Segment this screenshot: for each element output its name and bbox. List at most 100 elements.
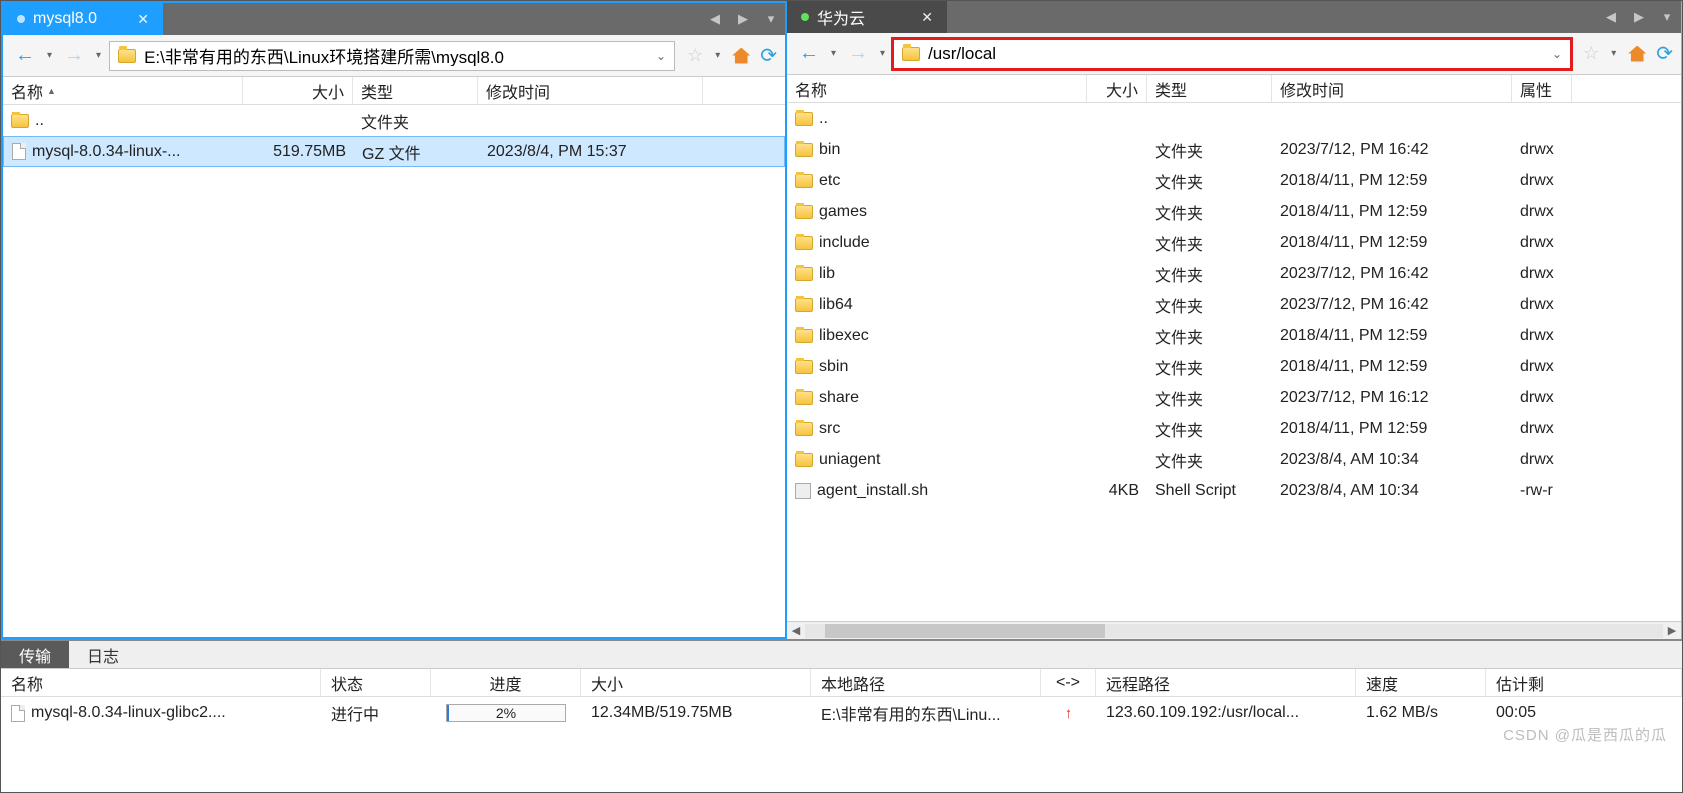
remote-tab[interactable]: 华为云 ✕	[787, 1, 947, 33]
back-menu-icon[interactable]: ▾	[45, 50, 54, 61]
item-type: 文件夹	[1147, 417, 1272, 441]
transfer-row[interactable]: mysql-8.0.34-linux-glibc2.... 进行中 2% 12.…	[1, 697, 1682, 729]
reload-icon[interactable]: ⟳	[760, 43, 777, 68]
list-item[interactable]: src文件夹2018/4/11, PM 12:59drwx	[787, 413, 1681, 444]
tcol-local[interactable]: 本地路径	[811, 669, 1041, 696]
tcol-status[interactable]: 状态	[321, 669, 431, 696]
transfer-speed: 1.62 MB/s	[1356, 704, 1486, 722]
remote-path-box[interactable]: ⌄	[893, 39, 1571, 69]
item-modified: 2023/8/4, AM 10:34	[1272, 451, 1512, 469]
back-button[interactable]: ←	[795, 42, 823, 65]
list-item[interactable]: agent_install.sh4KBShell Script2023/8/4,…	[787, 475, 1681, 506]
transfer-remote: 123.60.109.192:/usr/local...	[1096, 704, 1356, 722]
transfer-status: 进行中	[321, 701, 431, 725]
tab-menu-icon[interactable]: ▾	[1653, 9, 1681, 25]
folder-icon	[795, 205, 813, 219]
bookmark-icon[interactable]: ☆	[1583, 43, 1599, 64]
col-modified[interactable]: 修改时间	[478, 77, 703, 104]
transfer-size: 12.34MB/519.75MB	[581, 704, 811, 722]
bookmark-menu-icon[interactable]: ▾	[713, 50, 722, 61]
col-name[interactable]: 名称▲	[3, 77, 243, 104]
tcol-remote[interactable]: 远程路径	[1096, 669, 1356, 696]
tab-next-icon[interactable]: ▶	[1625, 9, 1653, 25]
list-item[interactable]: ..文件夹	[3, 105, 785, 136]
tab-next-icon[interactable]: ▶	[729, 11, 757, 27]
scroll-right-icon[interactable]: ▶	[1663, 624, 1681, 637]
item-name: src	[819, 420, 840, 438]
col-modified[interactable]: 修改时间	[1272, 75, 1512, 102]
item-name: agent_install.sh	[817, 482, 928, 500]
list-item[interactable]: ..	[787, 103, 1681, 134]
back-menu-icon[interactable]: ▾	[829, 48, 838, 59]
bookmark-icon[interactable]: ☆	[687, 45, 703, 66]
col-name[interactable]: 名称	[787, 75, 1087, 102]
remote-file-list[interactable]: ..bin文件夹2023/7/12, PM 16:42drwxetc文件夹201…	[787, 103, 1681, 621]
local-file-list[interactable]: ..文件夹mysql-8.0.34-linux-...519.75MBGZ 文件…	[3, 105, 785, 637]
bookmark-menu-icon[interactable]: ▾	[1609, 48, 1618, 59]
col-size[interactable]: 大小	[1087, 75, 1147, 102]
item-attr: drwx	[1512, 203, 1572, 221]
tcol-size[interactable]: 大小	[581, 669, 811, 696]
tcol-name[interactable]: 名称	[1, 669, 321, 696]
tab-nav-arrows: ◀ ▶ ▾	[701, 3, 785, 35]
list-item[interactable]: lib64文件夹2023/7/12, PM 16:42drwx	[787, 289, 1681, 320]
home-icon[interactable]	[732, 48, 750, 64]
list-item[interactable]: sbin文件夹2018/4/11, PM 12:59drwx	[787, 351, 1681, 382]
list-item[interactable]: bin文件夹2023/7/12, PM 16:42drwx	[787, 134, 1681, 165]
local-path-box[interactable]: ⌄	[109, 41, 675, 71]
path-dropdown-icon[interactable]: ⌄	[1552, 47, 1562, 61]
back-button[interactable]: ←	[11, 44, 39, 67]
item-name: games	[819, 203, 867, 221]
list-item[interactable]: libexec文件夹2018/4/11, PM 12:59drwx	[787, 320, 1681, 351]
scroll-thumb[interactable]	[825, 624, 1105, 638]
close-icon[interactable]: ✕	[921, 9, 933, 26]
tcol-direction[interactable]: <->	[1041, 669, 1096, 696]
tab-prev-icon[interactable]: ◀	[1597, 9, 1625, 25]
list-item[interactable]: lib文件夹2023/7/12, PM 16:42drwx	[787, 258, 1681, 289]
item-type: 文件夹	[1147, 355, 1272, 379]
tab-log[interactable]: 日志	[69, 641, 137, 668]
item-attr: drwx	[1512, 420, 1572, 438]
list-item[interactable]: games文件夹2018/4/11, PM 12:59drwx	[787, 196, 1681, 227]
item-size: 4KB	[1087, 482, 1147, 500]
col-type[interactable]: 类型	[1147, 75, 1272, 102]
forward-menu-icon[interactable]: ▾	[878, 48, 887, 59]
remote-path-input[interactable]	[928, 44, 1544, 64]
col-size[interactable]: 大小	[243, 77, 353, 104]
tab-menu-icon[interactable]: ▾	[757, 11, 785, 27]
list-item[interactable]: share文件夹2023/7/12, PM 16:12drwx	[787, 382, 1681, 413]
item-modified: 2023/7/12, PM 16:42	[1272, 265, 1512, 283]
tcol-speed[interactable]: 速度	[1356, 669, 1486, 696]
reload-icon[interactable]: ⟳	[1656, 41, 1673, 66]
tab-transfer[interactable]: 传输	[1, 641, 69, 668]
scroll-left-icon[interactable]: ◀	[787, 624, 805, 637]
forward-menu-icon[interactable]: ▾	[94, 50, 103, 61]
item-type: 文件夹	[1147, 293, 1272, 317]
col-type[interactable]: 类型	[353, 77, 478, 104]
local-pane: mysql8.0 ✕ ◀ ▶ ▾ ←▾ →▾ ⌄ ☆▾ ⟳ 名称▲ 大小 类型 …	[1, 1, 787, 639]
list-item[interactable]: etc文件夹2018/4/11, PM 12:59drwx	[787, 165, 1681, 196]
scroll-track[interactable]	[805, 624, 1663, 638]
path-dropdown-icon[interactable]: ⌄	[656, 49, 666, 63]
item-type: 文件夹	[1147, 324, 1272, 348]
local-tab[interactable]: mysql8.0 ✕	[3, 3, 163, 35]
list-item[interactable]: uniagent文件夹2023/8/4, AM 10:34drwx	[787, 444, 1681, 475]
item-type: 文件夹	[1147, 231, 1272, 255]
tcol-progress[interactable]: 进度	[431, 669, 581, 696]
item-type: GZ 文件	[354, 140, 479, 164]
local-toolbar: ←▾ →▾ ⌄ ☆▾ ⟳	[3, 35, 785, 77]
item-modified: 2018/4/11, PM 12:59	[1272, 234, 1512, 252]
item-name: bin	[819, 141, 840, 159]
local-path-input[interactable]	[144, 46, 648, 66]
item-name: mysql-8.0.34-linux-...	[32, 143, 181, 161]
tab-prev-icon[interactable]: ◀	[701, 11, 729, 27]
home-icon[interactable]	[1628, 46, 1646, 62]
local-tab-label: mysql8.0	[33, 10, 97, 28]
close-icon[interactable]: ✕	[137, 11, 149, 28]
item-modified: 2023/7/12, PM 16:42	[1272, 296, 1512, 314]
list-item[interactable]: include文件夹2018/4/11, PM 12:59drwx	[787, 227, 1681, 258]
list-item[interactable]: mysql-8.0.34-linux-...519.75MBGZ 文件2023/…	[3, 136, 785, 167]
tcol-eta[interactable]: 估计剩	[1486, 669, 1682, 696]
col-attributes[interactable]: 属性	[1512, 75, 1572, 102]
horizontal-scrollbar[interactable]: ◀ ▶	[787, 621, 1681, 639]
